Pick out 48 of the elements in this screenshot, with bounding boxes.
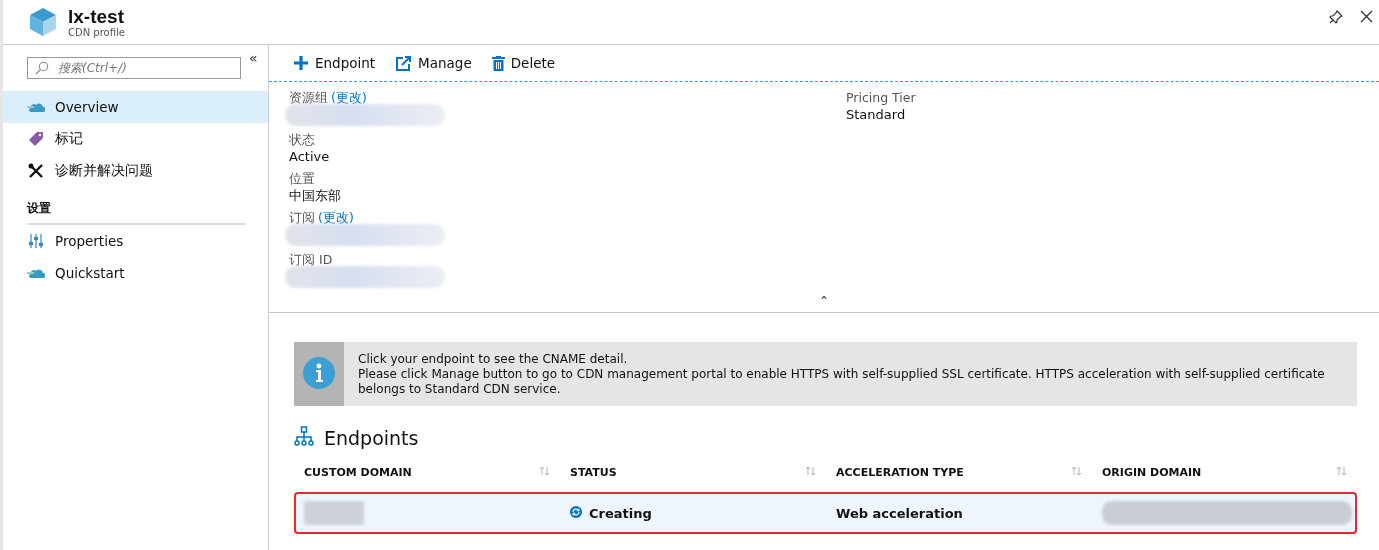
info-text: Click your endpoint to see the CNAME detail.: [358, 352, 629, 367]
column-header[interactable]: STATUS: [560, 465, 826, 479]
table-row[interactable]: Creating Web acceleration: [294, 492, 1357, 534]
sidebar-item[interactable]: Quickstart: [3, 257, 268, 289]
info-text: Please click Manage button to go to CDN management portal to enable HTTPS with self-supplied SSL certificate. HTTPS acceleration with self-supplied certificate belongs to Standard CDN service.: [358, 367, 1326, 397]
field-value: 中国东部: [289, 187, 342, 204]
tag-icon: [27, 131, 45, 147]
field-label: 订阅 ID: [289, 252, 333, 267]
trash-icon: [491, 55, 505, 71]
field-label: 状态: [289, 132, 315, 147]
sidebar-item[interactable]: Properties: [3, 225, 268, 257]
column-header[interactable]: CUSTOM DOMAIN: [294, 465, 560, 479]
plus-icon: [293, 55, 309, 71]
field-label: Pricing Tier: [846, 90, 916, 105]
sidebar-item[interactable]: Overview: [3, 91, 268, 123]
sliders-icon: [27, 233, 45, 249]
blade-subtitle: CDN profile: [68, 26, 126, 38]
change-link[interactable]: (更改): [318, 210, 354, 225]
table-cell-text: Web acceleration: [835, 505, 964, 521]
pin-icon[interactable]: [1329, 10, 1343, 24]
collapse-button[interactable]: «: [249, 53, 258, 63]
cube-icon: [29, 7, 57, 37]
blade-title: lx-test: [68, 6, 125, 27]
search-field[interactable]: 搜索(Ctrl+/): [27, 57, 241, 79]
external-link-icon: [395, 54, 413, 72]
section-heading: 设置: [27, 195, 246, 225]
field-label: 订阅: [289, 210, 315, 225]
field-label: 资源组: [289, 90, 328, 105]
toolbar-button[interactable]: Endpoint: [293, 55, 376, 71]
close-icon[interactable]: [1360, 10, 1373, 24]
toolbar-button[interactable]: Manage: [395, 54, 472, 72]
network-icon: [294, 426, 314, 449]
collapse-essentials-button[interactable]: ⌃: [818, 294, 830, 308]
tools-icon: [27, 163, 45, 179]
field-value: Standard: [846, 106, 907, 123]
field-label: 位置: [289, 171, 315, 186]
column-header[interactable]: ACCELERATION TYPE: [826, 465, 1092, 479]
section-title: Endpoints: [324, 426, 419, 449]
sync-icon: [570, 505, 582, 521]
field-value: Active: [289, 148, 331, 165]
toolbar-button[interactable]: Delete: [491, 55, 556, 71]
sidebar-item[interactable]: 标记: [3, 123, 268, 155]
cloud-icon: [27, 101, 45, 113]
column-header[interactable]: ORIGIN DOMAIN: [1092, 465, 1357, 479]
sidebar-item[interactable]: 诊断并解决问题: [3, 155, 268, 187]
cloud-icon: [27, 267, 45, 279]
status-text: Creating: [589, 505, 652, 521]
change-link[interactable]: (更改): [331, 90, 367, 105]
